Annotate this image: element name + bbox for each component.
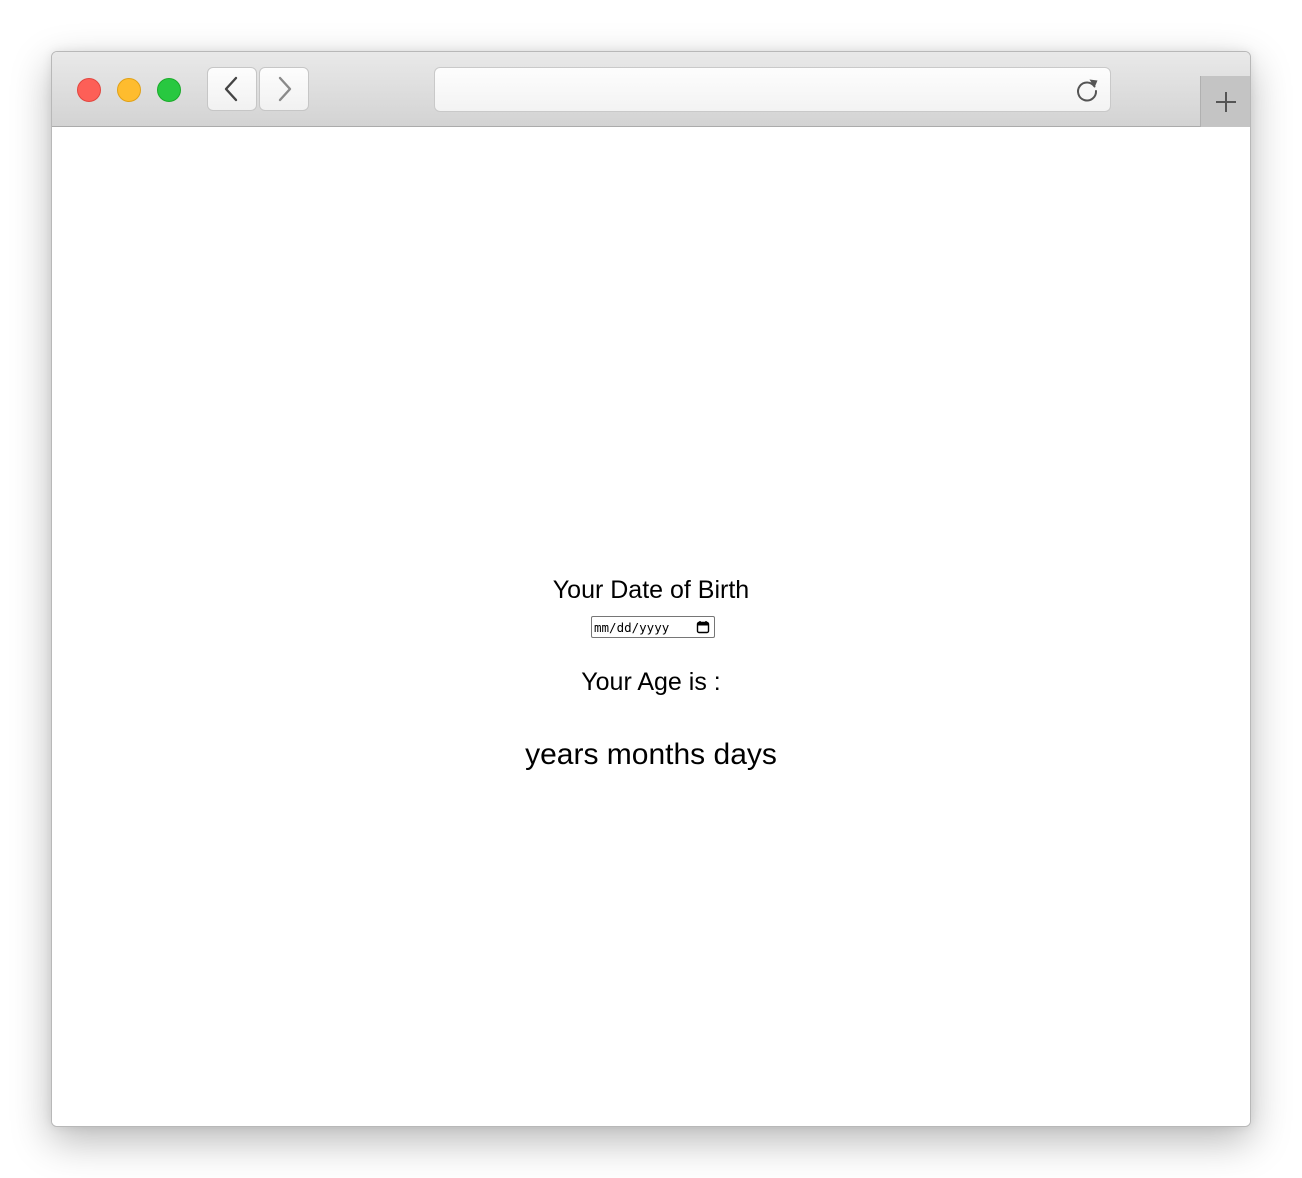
- plus-icon: [1215, 91, 1236, 112]
- address-bar[interactable]: [434, 67, 1111, 112]
- browser-toolbar: [52, 52, 1250, 127]
- chevron-right-icon: [278, 76, 292, 102]
- age-result: years months days: [525, 738, 777, 771]
- close-window-button[interactable]: [77, 78, 101, 102]
- age-label: Your Age is :: [581, 668, 721, 696]
- page-content: Your Date of Birth mm/dd/yyyy Your Age i…: [52, 127, 1250, 1126]
- back-button[interactable]: [207, 67, 257, 111]
- date-input-placeholder: mm/dd/yyyy: [594, 619, 670, 635]
- date-of-birth-input[interactable]: mm/dd/yyyy: [591, 616, 715, 638]
- forward-button[interactable]: [259, 67, 309, 111]
- calendar-icon[interactable]: [696, 620, 710, 634]
- date-of-birth-label: Your Date of Birth: [552, 576, 750, 604]
- browser-window: Your Date of Birth mm/dd/yyyy Your Age i…: [51, 51, 1251, 1127]
- chevron-left-icon: [224, 76, 238, 102]
- zoom-window-button[interactable]: [157, 78, 181, 102]
- minimize-window-button[interactable]: [117, 78, 141, 102]
- new-tab-button[interactable]: [1200, 76, 1250, 127]
- reload-icon[interactable]: [1074, 77, 1100, 103]
